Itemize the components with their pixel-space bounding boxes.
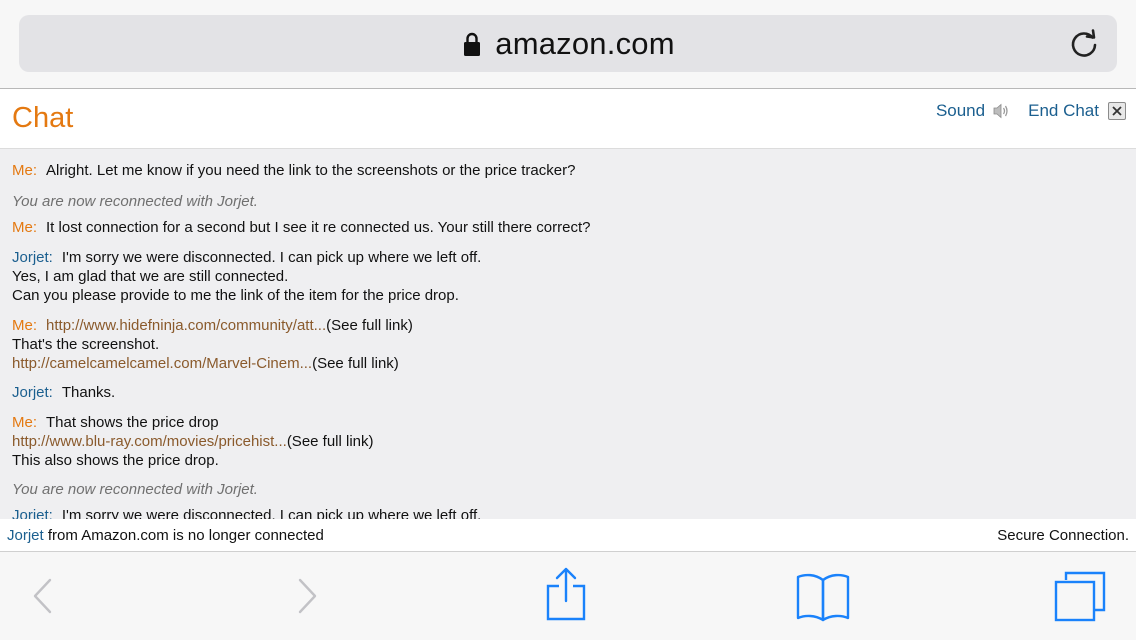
end-chat-label: End Chat: [1028, 101, 1099, 120]
message-text: That shows the price drop: [46, 414, 219, 431]
reload-icon[interactable]: [1067, 27, 1101, 61]
sender-label: Me:: [12, 317, 38, 334]
sound-toggle[interactable]: Sound: [936, 101, 1020, 121]
browser-bottom-toolbar: [0, 552, 1136, 640]
sound-label: Sound: [935, 101, 986, 120]
address-bar[interactable]: amazon.com: [19, 15, 1117, 72]
chat-transcript[interactable]: Me: Alright. Let me know if you need the …: [0, 149, 1136, 519]
close-icon: [1108, 102, 1126, 120]
chat-message: Me: Alright. Let me know if you need the …: [12, 161, 575, 180]
sender-label: Jorjet:: [12, 507, 53, 519]
chat-message: Me: That shows the price drop http://www.…: [12, 413, 374, 470]
lock-icon: [464, 32, 481, 56]
speaker-icon: [993, 103, 1008, 119]
system-message: You are now reconnected with Jorjet.: [12, 193, 258, 210]
sender-label: Me:: [12, 219, 38, 236]
chat-message: Jorjet: Thanks.: [12, 383, 115, 402]
share-icon[interactable]: [545, 566, 587, 622]
chat-controls: Sound End Chat: [936, 101, 1126, 121]
end-chat-button[interactable]: End Chat: [1028, 101, 1126, 121]
browser-toolbar: amazon.com: [0, 0, 1136, 89]
chat-message: Jorjet: I'm sorry we were disconnected. I…: [12, 506, 481, 519]
message-text: Can you please provide to me the link of…: [12, 287, 459, 304]
chat-header: Chat Sound End Chat: [0, 89, 1136, 149]
message-link[interactable]: http://camelcamelcamel.com/Marvel-Cinem.…: [12, 355, 312, 372]
sender-label: Jorjet:: [12, 384, 53, 401]
message-link[interactable]: http://www.blu-ray.com/movies/pricehist.…: [12, 433, 287, 450]
url-display[interactable]: amazon.com: [19, 15, 1117, 72]
see-full-link[interactable]: (See full link): [326, 317, 413, 334]
message-text: Thanks.: [61, 384, 116, 401]
disconnect-notice: Jorjet from Amazon.com is no longer conn…: [7, 527, 324, 544]
see-full-link[interactable]: (See full link): [312, 355, 399, 372]
chat-message: Me: It lost connection for a second but I…: [12, 218, 591, 237]
message-text: I'm sorry we were disconnected. I can pi…: [61, 249, 482, 266]
message-text: This also shows the price drop.: [12, 452, 219, 469]
sender-label: Jorjet:: [12, 249, 53, 266]
see-full-link[interactable]: (See full link): [287, 433, 374, 450]
message-text: That's the screenshot.: [12, 336, 160, 353]
message-text: It lost connection for a second but I se…: [46, 219, 591, 236]
chevron-left-icon[interactable]: [30, 576, 56, 616]
connection-status-bar: Jorjet from Amazon.com is no longer conn…: [0, 519, 1136, 552]
message-text: Yes, I am glad that we are still connect…: [12, 268, 289, 285]
message-text: Alright. Let me know if you need the lin…: [46, 162, 576, 179]
chat-message: Jorjet: I'm sorry we were disconnected. I…: [12, 248, 481, 305]
tabs-icon[interactable]: [1053, 570, 1107, 622]
chevron-right-icon[interactable]: [294, 576, 320, 616]
secure-connection-label: Secure Connection.: [997, 527, 1129, 544]
message-text: I'm sorry we were disconnected. I can pi…: [61, 507, 482, 519]
message-link[interactable]: http://www.hidefninja.com/community/att.…: [46, 317, 326, 334]
sender-label: Me:: [12, 162, 38, 179]
sender-label: Me:: [12, 414, 38, 431]
chat-title: Chat: [12, 102, 74, 134]
url-text: amazon.com: [495, 25, 675, 61]
system-message: You are now reconnected with Jorjet.: [12, 481, 258, 498]
chat-message: Me: http://www.hidefninja.com/community/a…: [12, 316, 413, 373]
book-icon[interactable]: [795, 572, 851, 622]
agent-name: Jorjet: [7, 527, 44, 544]
disconnect-text: from Amazon.com is no longer connected: [43, 527, 324, 544]
